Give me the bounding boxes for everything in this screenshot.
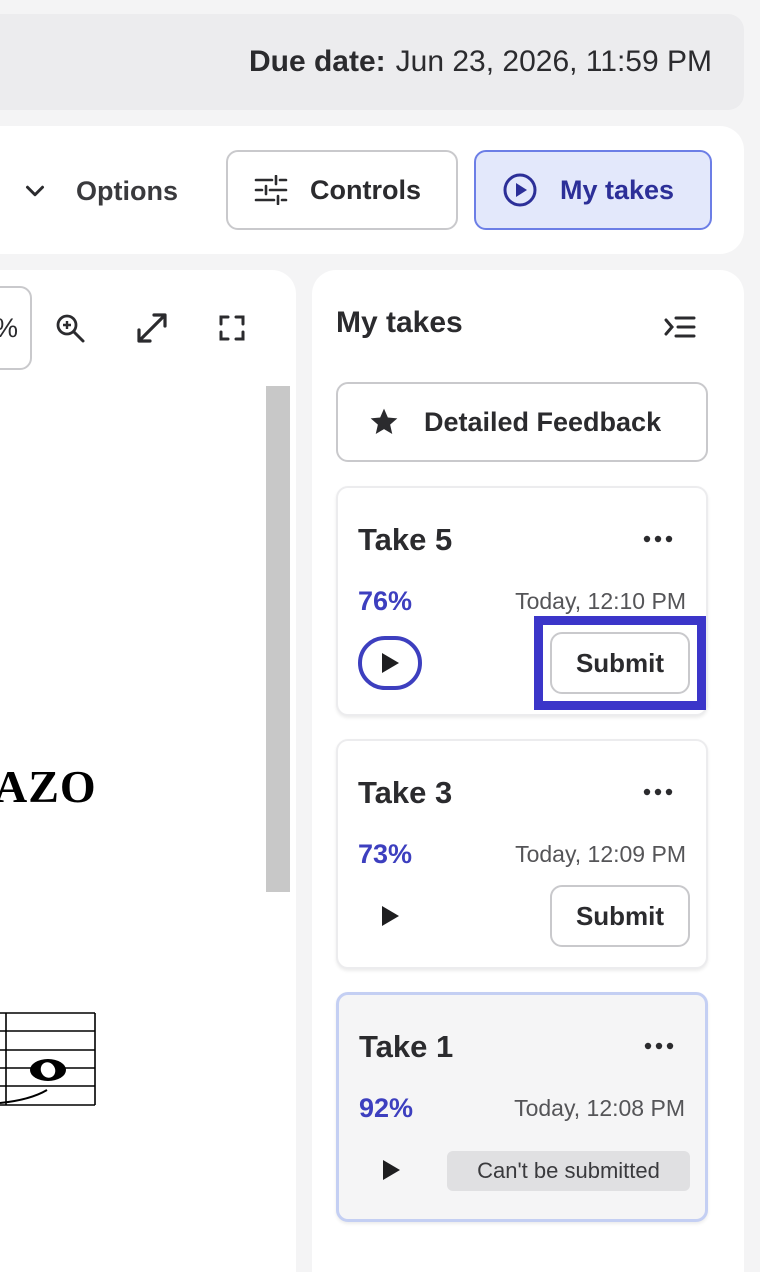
play-icon [383, 1160, 400, 1180]
chevron-down-icon [26, 185, 44, 197]
take-card-selected: Take 1 92% Today, 12:08 PM Can't be subm… [336, 992, 708, 1222]
score-title-fragment: AZO [0, 761, 97, 812]
my-takes-heading: My takes [336, 306, 463, 339]
more-options-icon[interactable] [638, 524, 678, 554]
resize-icon[interactable] [132, 308, 172, 348]
play-take-button[interactable] [358, 636, 422, 690]
more-options-icon[interactable] [639, 1031, 679, 1061]
my-takes-button[interactable]: My takes [474, 150, 712, 230]
zoom-percent-field[interactable]: % [0, 286, 32, 370]
take-score: 92% [359, 1093, 414, 1123]
take-score: 76% [358, 586, 413, 616]
collapse-panel-icon[interactable] [662, 310, 698, 346]
due-date-value: Jun 23, 2026, 11:59 PM [395, 45, 712, 78]
take-card: Take 3 73% Today, 12:09 PM Submit [336, 739, 708, 969]
options-label: Options [76, 175, 178, 206]
take-timestamp: Today, 12:08 PM [514, 1095, 685, 1121]
detailed-feedback-label: Detailed Feedback [424, 406, 662, 437]
due-date-bar: Due date: Jun 23, 2026, 11:59 PM [0, 14, 744, 110]
take-timestamp: Today, 12:09 PM [515, 841, 686, 867]
play-icon [382, 906, 399, 926]
cant-submit-badge: Can't be submitted [447, 1151, 690, 1191]
options-dropdown[interactable]: Options [20, 166, 178, 216]
due-date-label: Due date: [248, 45, 386, 78]
take-timestamp: Today, 12:10 PM [515, 588, 686, 614]
controls-button[interactable]: Controls [226, 150, 458, 230]
sliders-icon [254, 175, 288, 205]
take-title: Take 1 [359, 1029, 454, 1064]
take-title: Take 5 [358, 522, 453, 557]
star-icon [370, 408, 398, 434]
controls-label: Controls [310, 174, 421, 205]
take-title: Take 3 [358, 775, 453, 810]
score-scrollbar[interactable] [266, 386, 290, 892]
my-takes-panel: My takes Detailed Feedback Take 5 76% To… [312, 270, 744, 1272]
score-panel: % AZO [0, 270, 296, 1272]
play-take-button[interactable] [359, 1143, 423, 1197]
my-takes-label: My takes [560, 174, 675, 205]
zoom-in-icon[interactable] [50, 308, 90, 348]
take-score: 73% [358, 839, 413, 869]
zoom-percent-text: % [0, 313, 18, 344]
play-take-button[interactable] [358, 889, 422, 943]
submit-take-button[interactable]: Submit [550, 632, 690, 694]
toolbar: Options Controls My takes [0, 126, 744, 254]
more-options-icon[interactable] [638, 777, 678, 807]
detailed-feedback-button[interactable]: Detailed Feedback [336, 382, 708, 462]
fullscreen-icon[interactable] [212, 308, 252, 348]
music-staff [0, 1012, 96, 1106]
take-card: Take 5 76% Today, 12:10 PM Submit [336, 486, 708, 716]
play-circle-icon [503, 173, 537, 207]
play-icon [382, 653, 399, 673]
submit-take-button[interactable]: Submit [550, 885, 690, 947]
